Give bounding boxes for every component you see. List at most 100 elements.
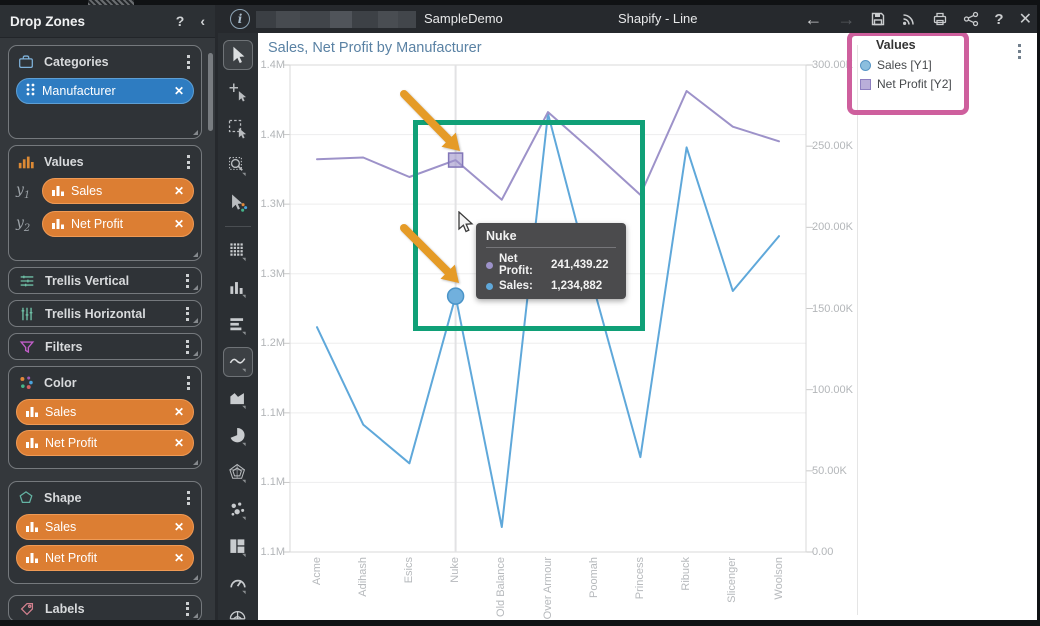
pill-label: Net Profit [45,436,168,450]
drop-zones-panel: Drop Zones ? ‹ Categories Manu [0,5,215,620]
dropzone-trellis-vertical[interactable]: Trellis Vertical [8,267,202,294]
remove-field-icon[interactable]: ✕ [174,84,184,98]
trellis-vertical-icon [17,271,37,291]
marquee-select-tool-icon[interactable] [223,114,253,144]
remove-field-icon[interactable]: ✕ [174,551,184,565]
chart-kebab-menu-icon[interactable] [1018,44,1021,59]
share-icon[interactable] [963,11,979,27]
publish-rss-icon[interactable] [901,11,917,27]
drag-handle-hatch[interactable] [88,0,134,5]
radar-chart-tool-icon[interactable] [223,458,253,488]
section-label: Shape [44,491,183,505]
section-label: Filters [45,340,182,354]
axis-tick-label: 250.00K [812,140,853,152]
remove-field-icon[interactable]: ✕ [174,436,184,450]
print-icon[interactable] [932,11,948,27]
app-window: { "glyphs": {"help":"?","collapse":"‹","… [0,0,1040,626]
pointer-tool-icon[interactable] [223,40,253,70]
category-label-slicenger: Slicenger [726,557,738,603]
back-icon[interactable]: ← [804,9,822,30]
briefcase-icon [16,52,36,72]
visualization-title: Shapify - Line [618,11,698,26]
kebab-menu-icon[interactable] [182,598,193,620]
category-label-old-balance: Old Balance [495,557,507,617]
window-frame-top [0,0,1040,5]
pill-shape-sales[interactable]: Sales ✕ [16,514,194,540]
axis-tick-label: 150.00K [812,303,853,315]
remove-field-icon[interactable]: ✕ [174,520,184,534]
legend-divider [857,45,858,615]
forward-icon: → [837,9,855,30]
kebab-menu-icon[interactable] [182,303,193,325]
collapse-panel-icon[interactable]: ‹ [200,13,205,29]
line-chart-tool-icon[interactable] [223,347,253,377]
info-icon[interactable]: i [230,9,250,29]
gauge-chart-tool-icon[interactable] [223,569,253,599]
values-bars-icon [16,152,36,172]
tooltip-row: Sales: 1,234,882 [486,280,616,292]
bar-field-icon [26,405,38,420]
drag-handle-icon [26,83,35,99]
dropzone-color[interactable]: Color Sales ✕ Net Profit ✕ [8,366,202,469]
pill-manufacturer[interactable]: Manufacturer ✕ [16,78,194,104]
dropzone-categories[interactable]: Categories Manufacturer ✕ [8,45,202,139]
pill-netprofit-y2[interactable]: Net Profit ✕ [42,211,194,237]
section-label: Categories [44,55,183,69]
kebab-menu-icon[interactable] [182,336,193,358]
dropzone-trellis-horizontal[interactable]: Trellis Horizontal [8,300,202,327]
bar-field-icon [52,217,64,232]
trellis-horizontal-icon [17,304,37,324]
pill-shape-netprofit[interactable]: Net Profit ✕ [16,545,194,571]
kebab-menu-icon[interactable] [183,151,194,173]
category-label-princess: Princess [634,557,646,599]
scatter-chart-tool-icon[interactable] [223,495,253,525]
remove-field-icon[interactable]: ✕ [174,217,184,231]
bar-chart-tool-icon[interactable] [223,310,253,340]
close-icon[interactable]: ✕ [1019,9,1032,29]
add-pointer-tool-icon[interactable] [223,77,253,107]
highlight-pointer-tool-icon[interactable] [223,188,253,218]
save-icon[interactable] [870,11,886,27]
tag-icon [17,599,37,619]
kebab-menu-icon[interactable] [183,372,194,394]
remove-field-icon[interactable]: ✕ [174,184,184,198]
tooltip-title: Nuke [486,229,616,243]
kebab-menu-icon[interactable] [183,487,194,509]
section-label: Color [44,376,183,390]
zoom-select-tool-icon[interactable] [223,151,253,181]
rail-divider [225,226,251,227]
dropzone-filters[interactable]: Filters [8,333,202,360]
pill-label: Net Profit [45,551,168,565]
dropzone-labels[interactable]: Labels [8,595,202,622]
category-label-ribuck: Ribuck [680,557,692,591]
panel-scrollbar[interactable] [208,53,213,131]
pie-chart-tool-icon[interactable] [223,421,253,451]
kebab-menu-icon[interactable] [182,270,193,292]
column-chart-tool-icon[interactable] [223,273,253,303]
redacted-text-blocks [256,11,416,28]
axis-tick-label: 100.00K [812,384,853,396]
visualization-toolbar [218,33,258,620]
treemap-chart-tool-icon[interactable] [223,532,253,562]
help-icon[interactable]: ? [176,13,185,29]
bar-field-icon [26,436,38,451]
dropzone-values[interactable]: Values y1 Sales ✕ y2 Net Profit [8,145,202,261]
remove-field-icon[interactable]: ✕ [174,405,184,419]
map-chart-tool-icon[interactable] [223,603,253,620]
bar-field-icon [26,551,38,566]
pill-color-netprofit[interactable]: Net Profit ✕ [16,430,194,456]
dropzone-shape[interactable]: Shape Sales ✕ Net Profit ✕ [8,481,202,584]
y1-axis-label: y1 [16,182,42,201]
title-bar: i SampleDemo Shapify - Line ← → ? ✕ [218,5,1040,33]
area-chart-tool-icon[interactable] [223,384,253,414]
chart-canvas[interactable] [258,33,1037,620]
kebab-menu-icon[interactable] [183,51,194,73]
pill-sales-y1[interactable]: Sales ✕ [42,178,194,204]
pill-label: Sales [45,520,168,534]
drop-zones-header: Drop Zones ? ‹ [0,5,215,38]
panel-title: Drop Zones [10,14,160,29]
grid-chart-tool-icon[interactable] [223,236,253,266]
section-label: Trellis Vertical [45,274,182,288]
pill-color-sales[interactable]: Sales ✕ [16,399,194,425]
help-icon[interactable]: ? [994,11,1003,28]
